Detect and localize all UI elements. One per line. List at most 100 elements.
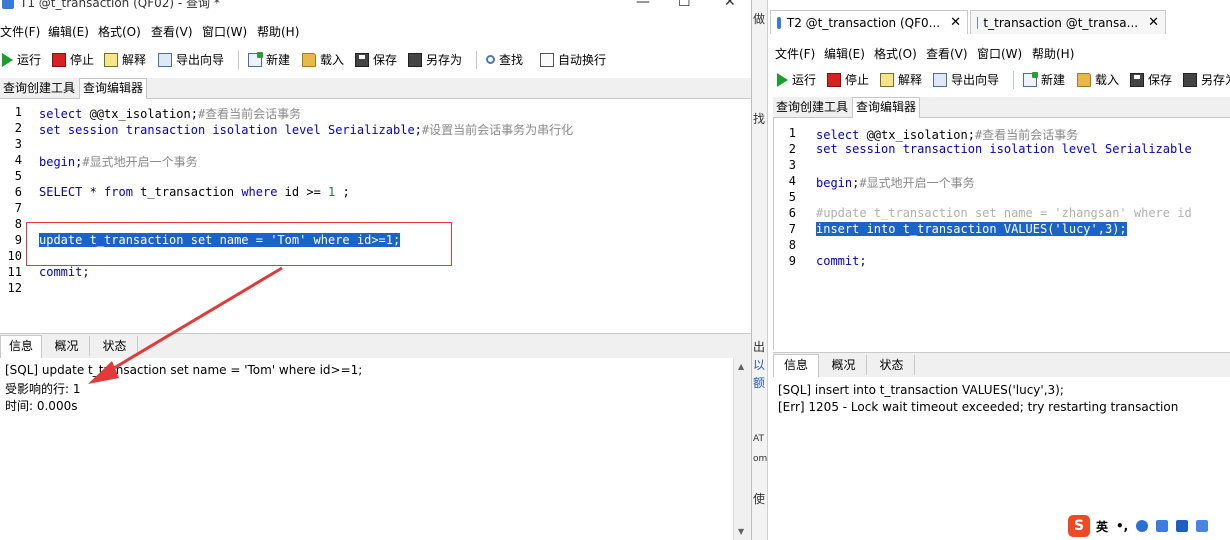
run-button[interactable]: 运行 bbox=[2, 51, 41, 68]
code-line-4: begin;#显式地开启一个事务 bbox=[39, 155, 198, 169]
left-toolbar: 运行 停止 解释 导出向导 新建 载入 保存 另存为 查找 自动换行 bbox=[0, 47, 751, 71]
menu-format[interactable]: 格式(O) bbox=[874, 45, 917, 62]
menu-window[interactable]: 窗口(W) bbox=[202, 23, 247, 40]
tab-info[interactable]: 信息 bbox=[0, 335, 42, 358]
line-number-gutter: 1 2 3 4 5 6 7 8 9 bbox=[774, 118, 806, 350]
search-icon bbox=[486, 55, 495, 64]
run-button[interactable]: 运行 bbox=[777, 71, 816, 88]
background-window-slice: 做 找 出 以 额 AT om 使 bbox=[751, 0, 768, 540]
auto-wrap-button[interactable]: 自动换行 bbox=[540, 51, 606, 68]
tab-status[interactable]: 状态 bbox=[869, 355, 915, 375]
sogou-logo-icon: S bbox=[1068, 515, 1090, 537]
export-wizard-button[interactable]: 导出向导 bbox=[933, 71, 999, 88]
left-menu-bar: 文件(F) 编辑(E) 格式(O) 查看(V) 窗口(W) 帮助(H) bbox=[0, 20, 751, 40]
user-icon[interactable] bbox=[1156, 520, 1169, 532]
microphone-icon[interactable] bbox=[1136, 520, 1149, 532]
punctuation-icon[interactable]: •, bbox=[1116, 519, 1128, 533]
stop-icon bbox=[827, 72, 841, 87]
save-as-button[interactable]: 另存为 bbox=[1183, 71, 1230, 88]
menu-help[interactable]: 帮助(H) bbox=[257, 23, 299, 40]
ime-toolbar[interactable]: S 英 •, bbox=[1068, 514, 1222, 538]
doc-tab-t2[interactable]: T2 @t_transaction (QF0... ✕ bbox=[770, 10, 968, 34]
ime-mode-toggle[interactable]: 英 bbox=[1096, 518, 1108, 535]
menu-file[interactable]: 文件(F) bbox=[775, 45, 815, 62]
close-tab-icon[interactable]: ✕ bbox=[950, 15, 961, 30]
tab-query-builder[interactable]: 查询创建工具 bbox=[0, 79, 78, 98]
explain-button[interactable]: 解释 bbox=[104, 51, 146, 68]
skin-icon[interactable] bbox=[1196, 520, 1209, 532]
tab-status[interactable]: 状态 bbox=[92, 336, 138, 356]
right-sql-editor[interactable]: 1 2 3 4 5 6 7 8 9 select @@tx_isolation;… bbox=[773, 118, 1230, 350]
explain-icon bbox=[104, 52, 118, 67]
line-number: 5 bbox=[14, 169, 22, 183]
left-query-window: T1 @t_transaction (QF02) - 查询 * — ☐ ✕ 文件… bbox=[0, 0, 751, 540]
menu-view[interactable]: 查看(V) bbox=[926, 45, 968, 62]
left-sql-editor[interactable]: 1 2 3 4 5 6 7 8 9 10 11 12 select @@tx_i… bbox=[0, 99, 751, 330]
tab-query-builder[interactable]: 查询创建工具 bbox=[773, 98, 851, 117]
menu-window[interactable]: 窗口(W) bbox=[977, 45, 1022, 62]
maximize-icon[interactable]: ☐ bbox=[678, 0, 691, 10]
menu-edit[interactable]: 编辑(E) bbox=[824, 45, 865, 62]
load-button[interactable]: 载入 bbox=[1077, 71, 1119, 88]
load-button[interactable]: 载入 bbox=[302, 51, 344, 68]
minimize-icon[interactable]: — bbox=[636, 0, 650, 10]
menu-help[interactable]: 帮助(H) bbox=[1032, 45, 1074, 62]
keyboard-icon[interactable] bbox=[1176, 520, 1189, 532]
find-button[interactable]: 查找 bbox=[486, 51, 523, 68]
left-editor-tabs: 查询创建工具 查询编辑器 bbox=[0, 78, 751, 99]
scroll-down-icon[interactable]: ▼ bbox=[738, 527, 744, 536]
save-button[interactable]: 保存 bbox=[1130, 71, 1172, 88]
tab-profile[interactable]: 概况 bbox=[44, 336, 90, 356]
new-icon bbox=[1023, 71, 1038, 87]
save-as-icon bbox=[408, 52, 422, 67]
menu-view[interactable]: 查看(V) bbox=[151, 23, 193, 40]
selected-insert-statement[interactable]: insert into t_transaction VALUES('lucy',… bbox=[816, 222, 1127, 236]
line-number: 7 bbox=[788, 222, 796, 236]
export-wizard-button[interactable]: 导出向导 bbox=[158, 51, 224, 68]
line-number: 1 bbox=[14, 105, 22, 119]
background-text: AT bbox=[753, 434, 764, 444]
right-editor-tabs: 查询创建工具 查询编辑器 bbox=[773, 97, 1230, 118]
tab-query-editor[interactable]: 查询编辑器 bbox=[852, 97, 921, 118]
stop-button[interactable]: 停止 bbox=[827, 71, 869, 88]
new-button[interactable]: 新建 bbox=[1023, 71, 1065, 88]
line-number: 3 bbox=[788, 158, 796, 172]
folder-icon bbox=[1077, 72, 1091, 87]
left-result-tabs: 信息 概况 状态 bbox=[0, 333, 751, 359]
save-button[interactable]: 保存 bbox=[355, 51, 397, 68]
menu-edit[interactable]: 编辑(E) bbox=[48, 23, 89, 40]
doc-tab-table[interactable]: t_transaction @t_transa... ✕ bbox=[970, 10, 1166, 34]
close-icon[interactable]: ✕ bbox=[724, 0, 736, 10]
menu-format[interactable]: 格式(O) bbox=[98, 23, 141, 40]
background-text: 找 bbox=[753, 112, 766, 126]
new-button[interactable]: 新建 bbox=[248, 51, 290, 68]
background-text: 额 bbox=[753, 376, 766, 390]
export-icon bbox=[933, 72, 947, 87]
left-title-bar: T1 @t_transaction (QF02) - 查询 * — ☐ ✕ bbox=[0, 0, 751, 12]
run-icon bbox=[777, 72, 788, 87]
left-message-pane: [SQL] update t_transaction set name = 'T… bbox=[0, 358, 751, 540]
export-icon bbox=[158, 52, 172, 67]
scroll-up-icon[interactable]: ▲ bbox=[738, 362, 744, 371]
code-line-4: begin;#显式地开启一个事务 bbox=[816, 176, 975, 190]
line-number: 5 bbox=[788, 190, 796, 204]
code-line-2: set session transaction isolation level … bbox=[816, 142, 1192, 156]
background-text: 使 bbox=[753, 492, 766, 506]
menu-file[interactable]: 文件(F) bbox=[0, 23, 40, 40]
stop-button[interactable]: 停止 bbox=[52, 51, 94, 68]
code-line-2: set session transaction isolation level … bbox=[39, 123, 574, 137]
tab-info[interactable]: 信息 bbox=[773, 354, 819, 377]
code-line-6-commented: #update t_transaction set name = 'zhangs… bbox=[816, 206, 1192, 220]
explain-button[interactable]: 解释 bbox=[880, 71, 922, 88]
background-text: 出 bbox=[753, 340, 766, 354]
right-menu-bar: 文件(F) 编辑(E) 格式(O) 查看(V) 窗口(W) 帮助(H) bbox=[768, 42, 1230, 62]
query-tab-icon bbox=[777, 16, 781, 29]
line-number: 4 bbox=[14, 153, 22, 167]
close-tab-icon[interactable]: ✕ bbox=[1148, 15, 1159, 30]
tab-query-editor[interactable]: 查询编辑器 bbox=[79, 78, 148, 99]
line-number: 7 bbox=[14, 201, 22, 215]
left-message-scrollbar[interactable]: ▲ ▼ bbox=[733, 358, 751, 540]
app-icon bbox=[2, 0, 14, 9]
tab-profile[interactable]: 概况 bbox=[821, 355, 867, 375]
save-as-button[interactable]: 另存为 bbox=[408, 51, 462, 68]
